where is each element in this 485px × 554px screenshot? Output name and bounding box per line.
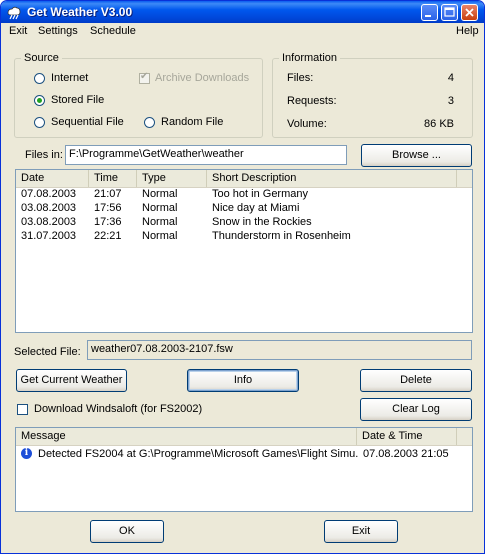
log-row[interactable]: i Detected FS2004 at G:\Programme\Micros… bbox=[16, 447, 472, 461]
delete-button[interactable]: Delete bbox=[360, 369, 472, 392]
row-description: Thunderstorm in Rosenheim bbox=[212, 230, 351, 242]
stored-file-label: Stored File bbox=[51, 94, 105, 106]
checkmark-icon: ✔ bbox=[140, 71, 149, 82]
selected-file-field: weather07.08.2003-2107.fsw bbox=[87, 340, 472, 360]
row-date: 31.07.2003 bbox=[21, 230, 77, 242]
menu-settings[interactable]: Settings bbox=[38, 25, 78, 37]
exit-button[interactable]: Exit bbox=[324, 520, 398, 543]
info-icon: i bbox=[21, 448, 32, 459]
minimize-icon bbox=[425, 15, 431, 17]
row-date: 07.08.2003 bbox=[21, 188, 77, 200]
minimize-button[interactable] bbox=[421, 4, 438, 21]
row-type: Normal bbox=[142, 216, 178, 228]
download-windsaloft-label: Download Windsaloft (for FS2002) bbox=[34, 403, 203, 415]
column-type[interactable]: Type bbox=[137, 170, 207, 187]
table-row[interactable]: 07.08.2003 21:07 Normal Too hot in Germa… bbox=[16, 187, 472, 201]
row-description: Nice day at Miami bbox=[212, 202, 300, 214]
row-type: Normal bbox=[142, 230, 178, 242]
selected-file-label: Selected File: bbox=[14, 346, 81, 358]
log-message: Detected FS2004 at G:\Programme\Microsof… bbox=[38, 448, 358, 460]
row-time: 21:07 bbox=[94, 188, 122, 200]
internet-label: Internet bbox=[51, 72, 89, 84]
menu-exit[interactable]: Exit bbox=[9, 25, 27, 37]
information-group-title: Information bbox=[279, 52, 341, 64]
maximize-button[interactable] bbox=[441, 4, 458, 21]
table-row[interactable]: 03.08.2003 17:56 Normal Nice day at Miam… bbox=[16, 201, 472, 215]
files-list-header: Date Time Type Short Description bbox=[16, 170, 472, 188]
log-list[interactable]: Message Date & Time i Detected FS2004 at… bbox=[15, 427, 473, 512]
row-description: Too hot in Germany bbox=[212, 188, 308, 200]
row-time: 22:21 bbox=[94, 230, 122, 242]
sequential-file-label: Sequential File bbox=[51, 116, 124, 128]
archive-downloads-checkbox[interactable]: ✔ bbox=[139, 71, 150, 84]
requests-value: 3 bbox=[447, 95, 454, 107]
column-date-time[interactable]: Date & Time bbox=[357, 428, 457, 445]
volume-label: Volume: bbox=[287, 118, 327, 130]
row-date: 03.08.2003 bbox=[21, 216, 77, 228]
main-window: Get Weather V3.00 Exit Settings Schedule… bbox=[0, 0, 485, 554]
menu-schedule[interactable]: Schedule bbox=[90, 25, 136, 37]
row-date: 03.08.2003 bbox=[21, 202, 77, 214]
information-group: Information Files: 4 Requests: 3 Volume:… bbox=[272, 52, 473, 138]
stored-file-radio[interactable] bbox=[34, 95, 45, 106]
browse-button[interactable]: Browse ... bbox=[361, 144, 472, 167]
volume-value: 86 KB bbox=[424, 118, 454, 130]
random-file-label: Random File bbox=[161, 116, 224, 128]
source-group: Source Internet Stored File Sequential F… bbox=[14, 52, 263, 138]
column-date[interactable]: Date bbox=[16, 170, 89, 187]
ok-button[interactable]: OK bbox=[90, 520, 164, 543]
menu-bar: Exit Settings Schedule Help bbox=[1, 23, 484, 41]
table-row[interactable]: 31.07.2003 22:21 Normal Thunderstorm in … bbox=[16, 229, 472, 243]
row-time: 17:36 bbox=[94, 216, 122, 228]
row-time: 17:56 bbox=[94, 202, 122, 214]
archive-downloads-label: Archive Downloads bbox=[155, 72, 250, 84]
app-weather-icon bbox=[6, 4, 22, 20]
info-button[interactable]: Info bbox=[187, 369, 299, 392]
table-row[interactable]: 03.08.2003 17:36 Normal Snow in the Rock… bbox=[16, 215, 472, 229]
random-file-radio[interactable] bbox=[144, 117, 155, 128]
window-title: Get Weather V3.00 bbox=[27, 5, 133, 19]
log-datetime: 07.08.2003 21:05 bbox=[363, 448, 449, 460]
maximize-icon bbox=[444, 7, 455, 17]
title-bar[interactable]: Get Weather V3.00 bbox=[1, 1, 484, 23]
close-button[interactable] bbox=[461, 4, 478, 21]
files-in-path-field[interactable]: F:\Programme\GetWeather\weather bbox=[65, 145, 347, 165]
get-current-weather-button[interactable]: Get Current Weather bbox=[16, 369, 127, 392]
close-icon bbox=[465, 8, 474, 17]
download-windsaloft-checkbox[interactable] bbox=[17, 404, 28, 415]
files-in-label: Files in: bbox=[25, 149, 63, 161]
sequential-file-radio[interactable] bbox=[34, 117, 45, 128]
row-type: Normal bbox=[142, 188, 178, 200]
column-time[interactable]: Time bbox=[89, 170, 137, 187]
files-list[interactable]: Date Time Type Short Description 07.08.2… bbox=[15, 169, 473, 333]
menu-help[interactable]: Help bbox=[456, 25, 479, 37]
files-count-label: Files: bbox=[287, 72, 314, 84]
column-message[interactable]: Message bbox=[16, 428, 357, 445]
row-description: Snow in the Rockies bbox=[212, 216, 312, 228]
row-type: Normal bbox=[142, 202, 178, 214]
files-count-value: 4 bbox=[447, 72, 454, 84]
clear-log-button[interactable]: Clear Log bbox=[360, 398, 472, 421]
internet-radio[interactable] bbox=[34, 73, 45, 84]
source-group-title: Source bbox=[21, 52, 62, 64]
column-short-description[interactable]: Short Description bbox=[207, 170, 457, 187]
log-list-header: Message Date & Time bbox=[16, 428, 472, 446]
requests-label: Requests: bbox=[287, 95, 337, 107]
